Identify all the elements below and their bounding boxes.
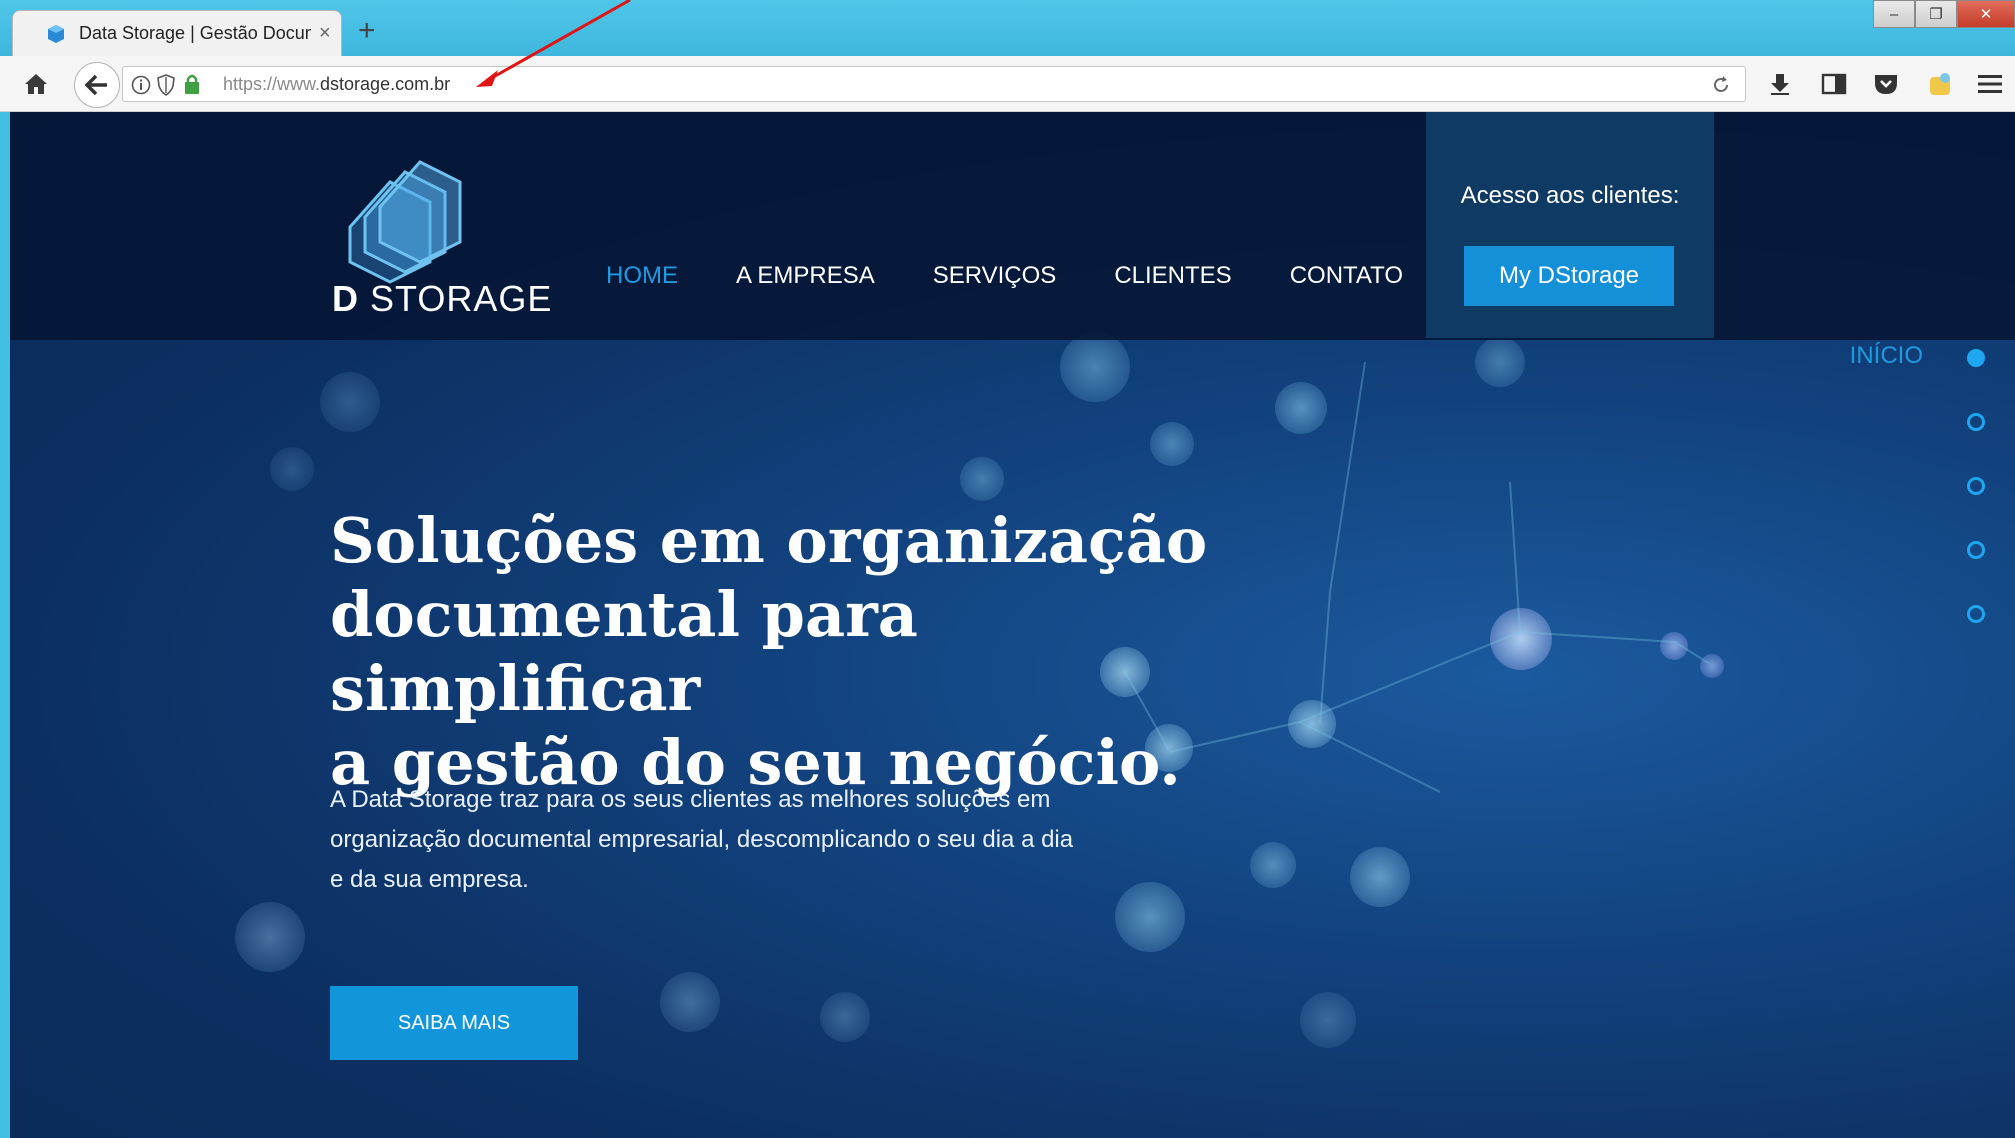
logo-wordmark-bold: D — [332, 278, 359, 319]
section-dot-4[interactable] — [1967, 541, 1985, 559]
hero-description: A Data Storage traz para os seus cliente… — [330, 786, 1074, 893]
info-icon[interactable] — [131, 75, 151, 95]
saiba-mais-button[interactable]: SAIBA MAIS — [330, 986, 578, 1060]
my-dstorage-button[interactable]: My DStorage — [1464, 246, 1674, 306]
logo-wordmark[interactable]: D STORAGE — [332, 278, 552, 320]
logo-wordmark-rest: STORAGE — [359, 278, 553, 319]
browser-navbar: https://www.dstorage.com.br — [0, 56, 2015, 112]
section-dot-2[interactable] — [1967, 413, 1985, 431]
menu-hamburger-icon[interactable] — [1972, 66, 2008, 102]
site-header: D STORAGE HOME A EMPRESA SERVIÇOS CLIENT… — [10, 112, 2015, 340]
menu-item-servicos[interactable]: SERVIÇOS — [933, 262, 1057, 290]
back-button[interactable] — [74, 62, 120, 108]
url-host: dstorage.com.br — [320, 74, 451, 94]
tracking-shield-icon[interactable] — [157, 74, 175, 96]
close-window-button[interactable]: ✕ — [1957, 0, 2015, 28]
section-dot-5[interactable] — [1967, 605, 1985, 623]
menu-item-a-empresa[interactable]: A EMPRESA — [736, 262, 875, 290]
menu-item-contato[interactable]: CONTATO — [1290, 262, 1403, 290]
hero-title-line: Soluções em organização — [330, 504, 1208, 577]
reload-icon[interactable] — [1711, 75, 1731, 95]
pocket-icon[interactable] — [1868, 66, 1904, 102]
section-label-inicio[interactable]: INÍCIO — [1850, 342, 1923, 370]
section-dot-1[interactable] — [1967, 349, 1985, 367]
url-text[interactable]: https://www.dstorage.com.br — [223, 74, 450, 95]
main-menu: HOME A EMPRESA SERVIÇOS CLIENTES CONTATO — [606, 262, 1461, 290]
annotation-arrow-icon — [476, 0, 631, 87]
arrow-left-icon — [85, 74, 107, 96]
restore-button[interactable]: ❐ — [1915, 0, 1957, 28]
menu-item-home[interactable]: HOME — [606, 262, 678, 290]
address-bar[interactable]: https://www.dstorage.com.br — [122, 66, 1746, 102]
browser-titlebar: Data Storage | Gestão Docum × + – ❐ ✕ — [0, 0, 2015, 56]
home-icon[interactable] — [18, 66, 54, 102]
new-tab-button[interactable]: + — [358, 14, 376, 48]
extension-icon[interactable] — [1922, 66, 1958, 102]
minimize-button[interactable]: – — [1873, 0, 1915, 28]
section-dot-3[interactable] — [1967, 477, 1985, 495]
hero-title-line: documental para simplificar — [330, 578, 918, 725]
site-favicon-icon — [48, 24, 64, 43]
hero-title: Soluções em organização documental para … — [330, 504, 1250, 800]
menu-item-clientes[interactable]: CLIENTES — [1114, 262, 1231, 290]
sidebar-icon[interactable] — [1816, 66, 1852, 102]
tab-title: Data Storage | Gestão Docum — [79, 23, 311, 43]
client-access-label: Acesso aos clientes: — [1460, 182, 1680, 209]
website-page: D STORAGE HOME A EMPRESA SERVIÇOS CLIENT… — [10, 112, 2015, 1138]
download-icon[interactable] — [1762, 66, 1798, 102]
tab-close-icon[interactable]: × — [319, 22, 331, 45]
window-controls: – ❐ ✕ — [1873, 0, 2015, 28]
browser-tab[interactable]: Data Storage | Gestão Docum × — [12, 10, 342, 56]
client-access-box: Acesso aos clientes: My DStorage — [1426, 112, 1714, 338]
lock-icon[interactable] — [183, 73, 201, 95]
url-scheme: https://www. — [223, 74, 321, 94]
